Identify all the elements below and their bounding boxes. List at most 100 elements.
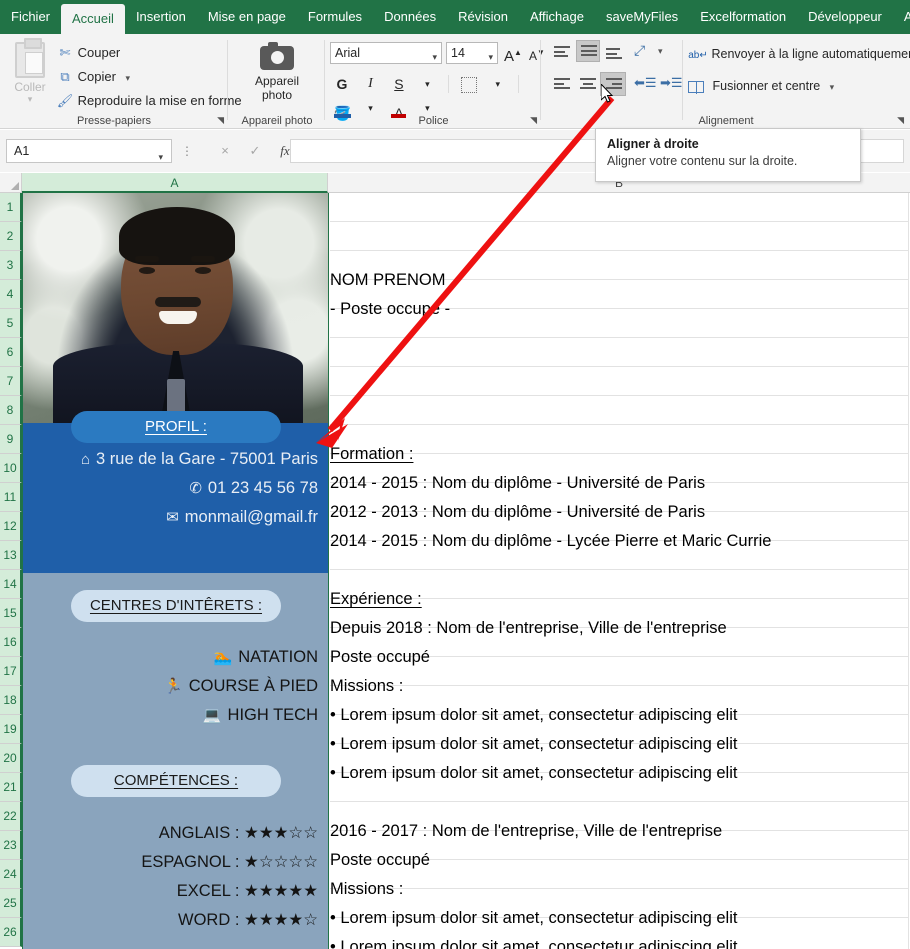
column-header-a[interactable]: A <box>22 173 328 193</box>
align-center-button[interactable] <box>576 74 600 96</box>
copy-button[interactable]: ⧉ Copier ▾ <box>56 66 130 88</box>
tab-developpeur[interactable]: Développeur <box>797 0 893 34</box>
chevron-down-icon[interactable]: ▾ <box>432 47 437 67</box>
row-header-7[interactable]: 7 <box>0 367 22 396</box>
row-header-17[interactable]: 17 <box>0 657 22 686</box>
cut-button[interactable]: ✄ Couper <box>56 42 121 64</box>
chevron-down-icon[interactable]: ▾ <box>830 82 835 92</box>
missions-label: Missions : <box>330 677 404 695</box>
chevron-down-icon[interactable]: ▾ <box>158 146 163 168</box>
merge-center-label: Fusionner et centre <box>712 79 821 93</box>
interest-item: 💻 HIGH TECH <box>203 706 318 725</box>
mission-item: • Lorem ipsum dolor sit amet, consectetu… <box>330 735 738 753</box>
tab-revision[interactable]: Révision <box>447 0 519 34</box>
name-box[interactable]: A1 ▾ <box>6 139 172 163</box>
camera-button[interactable]: Appareil photo <box>229 40 325 102</box>
tab-fichier[interactable]: Fichier <box>0 0 61 34</box>
increase-indent-button[interactable]: ➡☰ <box>660 74 684 96</box>
row-header-21[interactable]: 21 <box>0 773 22 802</box>
row-header-1[interactable]: 1 <box>0 193 22 222</box>
row-header-10[interactable]: 10 <box>0 454 22 483</box>
tab-accueil[interactable]: Accueil <box>61 4 125 34</box>
photo-brow-left <box>135 256 159 262</box>
orientation-button[interactable]: ⤢ <box>634 42 658 64</box>
row-header-20[interactable]: 20 <box>0 744 22 773</box>
camera-icon <box>260 42 294 70</box>
row-header-11[interactable]: 11 <box>0 483 22 512</box>
copy-icon: ⧉ <box>60 69 70 84</box>
tab-formules[interactable]: Formules <box>297 0 373 34</box>
align-bottom-button[interactable] <box>602 44 626 66</box>
row-header-3[interactable]: 3 <box>0 251 22 280</box>
align-left-button[interactable] <box>550 74 574 96</box>
chevron-down-icon[interactable]: ▾ <box>658 46 663 57</box>
italic-button[interactable]: I <box>358 72 382 96</box>
merge-center-button[interactable]: Fusionner et centre ▾ <box>688 74 834 98</box>
row-header-6[interactable]: 6 <box>0 338 22 367</box>
row-header-9[interactable]: 9 <box>0 425 22 454</box>
row-header-5[interactable]: 5 <box>0 309 22 338</box>
tab-affichage[interactable]: Affichage <box>519 0 595 34</box>
interests-title: CENTRES D'INTÊRETS : <box>71 590 281 622</box>
row-header-13[interactable]: 13 <box>0 541 22 570</box>
interest-label: COURSE À PIED <box>188 677 318 695</box>
interest-item: 🏊 NATATION <box>214 648 318 667</box>
confirm-formula-button[interactable]: ✓ <box>242 139 268 163</box>
font-name-input[interactable]: Arial ▾ <box>330 42 442 64</box>
grow-label: A <box>504 48 515 65</box>
wrap-text-button[interactable]: ab↵ Renvoyer à la ligne automatiquement <box>688 42 910 66</box>
skill-item: WORD : ★★★★☆ <box>178 910 318 930</box>
borders-button[interactable] <box>457 72 481 96</box>
chevron-down-icon[interactable]: ▾ <box>486 72 510 96</box>
home-icon: ⌂ <box>80 451 91 468</box>
increase-font-size-button[interactable]: A▲ <box>502 42 524 65</box>
font-size-value: 14 <box>451 46 465 60</box>
row-header-16[interactable]: 16 <box>0 628 22 657</box>
underline-button[interactable]: S <box>387 72 411 96</box>
tab-donnees[interactable]: Données <box>373 0 447 34</box>
tab-insertion[interactable]: Insertion <box>125 0 197 34</box>
row-header-2[interactable]: 2 <box>0 222 22 251</box>
chevron-down-icon[interactable]: ▾ <box>488 47 493 67</box>
chevron-down-icon[interactable]: ▾ <box>415 72 439 96</box>
alignment-dialog-launcher[interactable]: ◥ <box>897 115 904 126</box>
row-header-26[interactable]: 26 <box>0 918 22 947</box>
format-painter-button[interactable]: 🖌 Reproduire la mise en forme <box>56 90 242 112</box>
cancel-formula-button[interactable]: × <box>212 139 238 163</box>
align-top-button[interactable] <box>550 42 574 64</box>
cut-label: Couper <box>77 45 121 60</box>
font-size-input[interactable]: 14 ▾ <box>446 42 498 64</box>
skill-label: ANGLAIS : <box>158 824 240 842</box>
tab-savemyfiles[interactable]: saveMyFiles <box>595 0 689 34</box>
row-header-8[interactable]: 8 <box>0 396 22 425</box>
tab-aide[interactable]: Ai <box>893 0 910 34</box>
row-header-19[interactable]: 19 <box>0 715 22 744</box>
row-header-15[interactable]: 15 <box>0 599 22 628</box>
row-header-23[interactable]: 23 <box>0 831 22 860</box>
row-header-4[interactable]: 4 <box>0 280 22 309</box>
row-header-24[interactable]: 24 <box>0 860 22 889</box>
row-header-12[interactable]: 12 <box>0 512 22 541</box>
align-center-icon <box>580 78 596 92</box>
row-header-18[interactable]: 18 <box>0 686 22 715</box>
chevron-down-icon[interactable]: ▾ <box>126 73 131 83</box>
missions-label: Missions : <box>330 880 404 898</box>
decrease-indent-button[interactable]: ⬅☰ <box>634 74 658 96</box>
select-all-button[interactable] <box>0 173 22 193</box>
bold-button[interactable]: G <box>330 72 354 96</box>
row-header-14[interactable]: 14 <box>0 570 22 599</box>
font-dialog-launcher[interactable]: ◥ <box>530 115 537 126</box>
chevron-down-icon[interactable]: ▾ <box>8 94 52 105</box>
tab-mise-en-page[interactable]: Mise en page <box>197 0 297 34</box>
cv-main: NOM PRENOM - Poste occupé - Formation : … <box>330 193 910 949</box>
row-header-22[interactable]: 22 <box>0 802 22 831</box>
row-header-25[interactable]: 25 <box>0 889 22 918</box>
interest-label: HIGH TECH <box>227 706 318 724</box>
paste-button[interactable]: Coller ▾ <box>8 38 52 114</box>
experience-period: Depuis 2018 : Nom de l'entreprise, Ville… <box>330 619 727 637</box>
increase-indent-icon: ➡☰ <box>660 75 683 90</box>
tab-excelformation[interactable]: Excelformation <box>689 0 797 34</box>
align-middle-button[interactable] <box>576 40 600 62</box>
formation-item: 2012 - 2013 : Nom du diplôme - Universit… <box>330 503 706 521</box>
clipboard-dialog-launcher[interactable]: ◥ <box>217 115 224 126</box>
